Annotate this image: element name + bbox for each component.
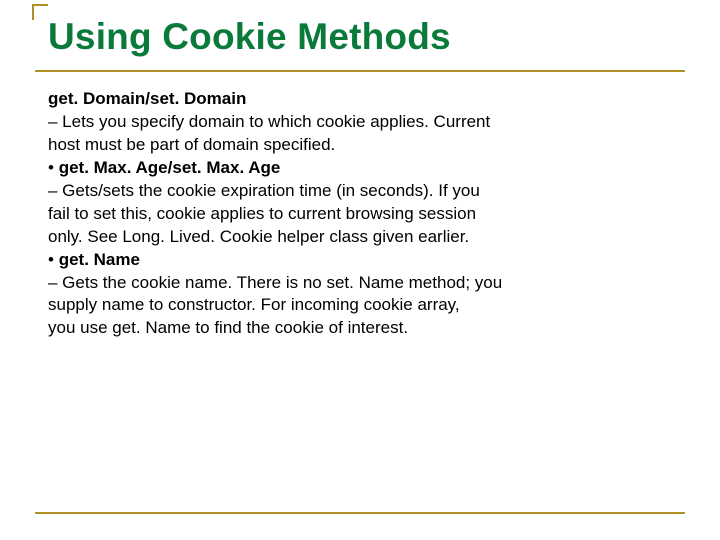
method-2-title: get. Max. Age/set. Max. Age bbox=[59, 158, 281, 177]
method-3-line: – Gets the cookie name. There is no set.… bbox=[48, 272, 628, 295]
divider-bottom bbox=[35, 512, 685, 514]
method-1-heading: get. Domain/set. Domain bbox=[48, 88, 628, 111]
method-1-line: host must be part of domain specified. bbox=[48, 134, 628, 157]
bullet: • bbox=[48, 250, 59, 269]
bullet: • bbox=[48, 158, 59, 177]
method-3-heading: • get. Name bbox=[48, 249, 628, 272]
slide: Using Cookie Methods get. Domain/set. Do… bbox=[0, 0, 720, 540]
method-2-heading: • get. Max. Age/set. Max. Age bbox=[48, 157, 628, 180]
slide-title: Using Cookie Methods bbox=[48, 16, 451, 58]
method-3-line: you use get. Name to find the cookie of … bbox=[48, 317, 628, 340]
method-2-line: – Gets/sets the cookie expiration time (… bbox=[48, 180, 628, 203]
method-2-line: only. See Long. Lived. Cookie helper cla… bbox=[48, 226, 628, 249]
corner-decoration bbox=[32, 4, 48, 20]
method-3-title: get. Name bbox=[59, 250, 140, 269]
method-1-line: – Lets you specify domain to which cooki… bbox=[48, 111, 628, 134]
divider-top bbox=[35, 70, 685, 72]
method-3-line: supply name to constructor. For incoming… bbox=[48, 294, 628, 317]
slide-body: get. Domain/set. Domain – Lets you speci… bbox=[48, 88, 628, 340]
method-2-line: fail to set this, cookie applies to curr… bbox=[48, 203, 628, 226]
